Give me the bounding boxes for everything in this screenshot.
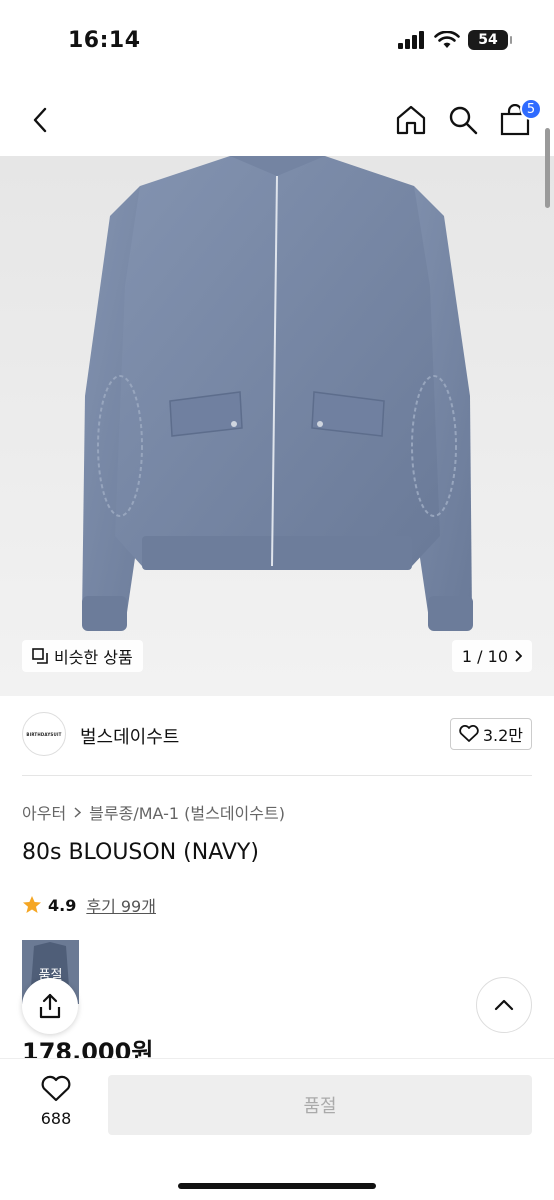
brand-like-count: 3.2만 — [482, 726, 523, 745]
star-icon — [23, 896, 41, 913]
scrollbar-thumb[interactable] — [545, 128, 550, 208]
share-button[interactable] — [22, 978, 78, 1034]
back-button[interactable] — [22, 102, 58, 138]
product-rating: 4.9 후기 99개 — [22, 893, 156, 917]
copy-icon — [32, 648, 48, 664]
status-icons: 54 — [398, 30, 512, 50]
image-page-indicator[interactable]: 1 / 10 — [451, 640, 532, 672]
chevron-left-icon — [33, 107, 47, 133]
scroll-to-top-button[interactable] — [476, 977, 532, 1033]
chevron-right-icon — [515, 650, 522, 662]
search-icon — [449, 106, 478, 135]
chevron-up-icon — [494, 999, 514, 1011]
similar-products-button[interactable]: 비슷한 상품 — [22, 640, 143, 672]
bottom-action-bar: 688 품절 — [0, 1058, 554, 1200]
soldout-button[interactable]: 품절 — [108, 1075, 532, 1135]
brand-logo[interactable]: BIRTHDAYSUIT — [22, 712, 66, 756]
battery-level: 54 — [478, 32, 498, 48]
home-button[interactable] — [392, 100, 430, 140]
divider — [22, 775, 532, 776]
breadcrumb-subcategory[interactable]: 블루종/MA-1 (벌스데이수트) — [89, 800, 285, 824]
status-bar: 16:14 54 — [0, 0, 554, 84]
nav-actions: 5 — [392, 98, 542, 140]
jacket-image — [82, 156, 473, 631]
heart-icon — [41, 1075, 71, 1102]
image-page-text: 1 / 10 — [461, 646, 508, 666]
review-count-link[interactable]: 후기 99개 — [86, 893, 156, 917]
similar-products-label: 비슷한 상품 — [54, 648, 133, 667]
product-image-carousel[interactable]: 비슷한 상품 1 / 10 — [0, 156, 554, 696]
nav-bar: 5 — [0, 84, 554, 156]
home-indicator — [178, 1183, 376, 1189]
status-time: 16:14 — [68, 28, 141, 53]
breadcrumb-category[interactable]: 아우터 — [22, 800, 66, 824]
brand-name[interactable]: 벌스데이수트 — [80, 723, 179, 749]
share-icon — [39, 993, 61, 1019]
battery-icon: 54 — [468, 30, 512, 50]
wishlist-count: 688 — [40, 1109, 72, 1128]
rating-value: 4.9 — [48, 895, 77, 915]
cart-button[interactable]: 5 — [496, 98, 542, 140]
wifi-icon — [434, 31, 460, 48]
brand-row: BIRTHDAYSUIT 벌스데이수트 3.2만 — [22, 712, 532, 762]
wishlist-button[interactable]: 688 — [28, 1075, 84, 1128]
brand-logo-text: BIRTHDAYSUIT — [26, 731, 62, 737]
product-title: 80s BLOUSON (NAVY) — [22, 840, 259, 865]
brand-like-button[interactable]: 3.2만 — [449, 718, 532, 750]
signal-icon — [398, 31, 424, 49]
cart-count-badge: 5 — [520, 98, 542, 120]
breadcrumb: 아우터 블루종/MA-1 (벌스데이수트) — [22, 800, 285, 824]
search-button[interactable] — [444, 100, 482, 140]
heart-icon — [459, 725, 479, 742]
home-icon — [396, 105, 426, 135]
chevron-right-icon — [74, 806, 82, 818]
